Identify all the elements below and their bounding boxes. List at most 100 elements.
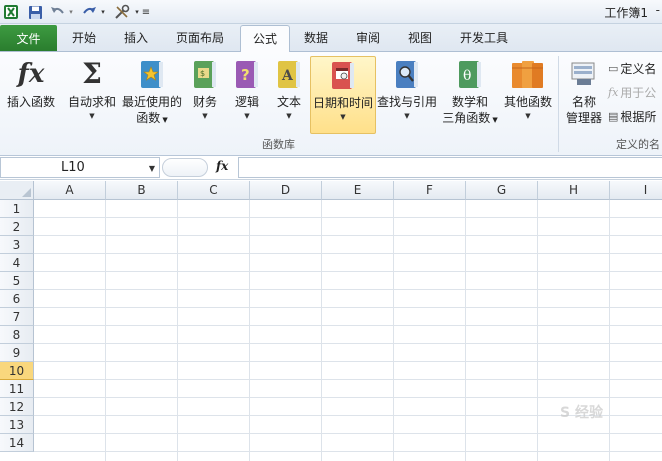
insert-function-button[interactable]: fx 插入函数 — [4, 56, 58, 110]
row-header[interactable]: 13 — [0, 416, 34, 434]
customize-quick-access-icon[interactable]: ≡ — [141, 3, 151, 21]
row-header[interactable]: 5 — [0, 272, 34, 290]
text-button[interactable]: A 文本 ▼ — [272, 56, 306, 122]
excel-logo-icon[interactable] — [2, 3, 20, 21]
name-box[interactable]: L10 ▼ — [0, 157, 160, 178]
more-functions-label: 其他函数 — [503, 95, 552, 109]
insert-function-icon[interactable]: fx — [216, 159, 228, 173]
tab-home[interactable]: 开始 — [72, 29, 96, 46]
tab-formulas[interactable]: 公式 — [240, 25, 291, 53]
chevron-down-icon: ▼ — [89, 112, 95, 120]
title-bar: ▾ ▾ ▾ ≡ 工作簿1 - — [0, 0, 662, 24]
tab-file[interactable]: 文件 — [0, 25, 57, 51]
define-name-icon: ▭ — [608, 62, 619, 75]
create-from-selection-button[interactable]: ▤ 根据所 — [608, 108, 656, 125]
defined-names-group-label: 定义的名 — [616, 138, 660, 151]
column-header-g[interactable]: G — [466, 181, 538, 200]
recently-used-label-2: 函数 — [136, 111, 161, 125]
svg-text:θ: θ — [463, 68, 471, 84]
tab-view[interactable]: 视图 — [408, 29, 432, 46]
autosum-label: 自动求和 — [67, 95, 116, 109]
column-header-d[interactable]: D — [250, 181, 322, 200]
function-library-group-label: 函数库 — [262, 138, 295, 151]
row-header[interactable]: 14 — [0, 434, 34, 452]
create-from-selection-label: 根据所 — [620, 110, 657, 124]
row-header[interactable]: 1 — [0, 200, 34, 218]
minimize-button[interactable]: - — [656, 3, 660, 17]
row-header[interactable]: 8 — [0, 326, 34, 344]
row-header[interactable]: 7 — [0, 308, 34, 326]
chevron-down-icon: ▼ — [404, 112, 410, 120]
math-trig-button[interactable]: θ 数学和 三角函数 ▼ — [440, 56, 500, 128]
column-header-c[interactable]: C — [178, 181, 250, 200]
select-all-button[interactable] — [0, 181, 34, 200]
row-header[interactable]: 9 — [0, 344, 34, 362]
lookup-reference-label: 查找与引用 — [376, 95, 437, 109]
redo-icon[interactable] — [80, 3, 98, 21]
create-from-selection-icon: ▤ — [608, 110, 619, 123]
row-header[interactable]: 6 — [0, 290, 34, 308]
undo-dropdown-icon[interactable]: ▾ — [66, 3, 76, 21]
tab-review[interactable]: 审阅 — [356, 29, 380, 46]
chevron-down-icon: ▼ — [160, 116, 168, 124]
name-manager-icon — [567, 56, 601, 92]
financial-button[interactable]: $ 财务 ▼ — [188, 56, 222, 122]
row-header-selected[interactable]: 10 — [0, 362, 34, 380]
text-book-icon: A — [272, 56, 306, 92]
logical-button[interactable]: ? 逻辑 ▼ — [230, 56, 264, 122]
financial-label: 财务 — [192, 95, 217, 109]
row-header[interactable]: 3 — [0, 236, 34, 254]
tab-page-layout[interactable]: 页面布局 — [176, 29, 224, 46]
insert-function-label: 插入函数 — [6, 95, 55, 109]
chevron-down-icon: ▼ — [525, 112, 531, 120]
books-stack-icon — [511, 56, 545, 92]
window-title: 工作簿1 — [604, 6, 648, 20]
magnifier-book-icon — [390, 56, 424, 92]
svg-text:$: $ — [200, 69, 205, 78]
chevron-down-icon: ▼ — [244, 112, 250, 120]
fx-small-icon: fx — [608, 86, 619, 99]
tab-insert[interactable]: 插入 — [124, 29, 148, 46]
svg-text:?: ? — [241, 66, 250, 84]
name-manager-label-1: 名称 — [571, 95, 596, 109]
chevron-down-icon: ▼ — [202, 112, 208, 120]
name-box-value: L10 — [61, 160, 85, 175]
column-header-a[interactable]: A — [34, 181, 106, 200]
ribbon-tab-bar: 文件 开始 插入 页面布局 公式 数据 审阅 视图 开发工具 — [0, 24, 662, 53]
use-in-formula-button[interactable]: fx 用于公 — [608, 84, 656, 101]
tab-developer[interactable]: 开发工具 — [460, 29, 508, 46]
row-header[interactable]: 4 — [0, 254, 34, 272]
name-manager-label-2: 管理器 — [565, 111, 602, 125]
redo-dropdown-icon[interactable]: ▾ — [98, 3, 108, 21]
column-header-i[interactable]: I — [610, 181, 662, 200]
column-header-b[interactable]: B — [106, 181, 178, 200]
svg-text:A: A — [281, 68, 294, 84]
column-header-f[interactable]: F — [394, 181, 466, 200]
formula-input[interactable] — [238, 157, 662, 178]
star-book-icon — [135, 56, 169, 92]
define-name-label: 定义名 — [620, 62, 657, 76]
chevron-down-icon[interactable]: ▼ — [149, 164, 155, 173]
row-header[interactable]: 11 — [0, 380, 34, 398]
autosum-button[interactable]: Σ 自动求和 ▼ — [66, 56, 118, 122]
lookup-reference-button[interactable]: 查找与引用 ▼ — [376, 56, 438, 122]
date-time-button[interactable]: 日期和时间 ▼ — [310, 56, 376, 134]
ribbon-formulas: fx 插入函数 Σ 自动求和 ▼ 最近使用的 函数 ▼ $ 财务 ▼ ? 逻辑 … — [0, 52, 662, 156]
more-functions-button[interactable]: 其他函数 ▼ — [502, 56, 554, 122]
tools-icon[interactable] — [112, 3, 132, 21]
use-in-formula-label: 用于公 — [620, 86, 657, 100]
undo-icon[interactable] — [48, 3, 66, 21]
recently-used-button[interactable]: 最近使用的 函数 ▼ — [120, 56, 184, 128]
save-icon[interactable] — [26, 3, 44, 21]
define-name-button[interactable]: ▭ 定义名 — [608, 60, 656, 77]
formula-bar-splitter[interactable] — [162, 158, 208, 177]
date-time-label: 日期和时间 — [312, 96, 373, 110]
column-header-e[interactable]: E — [322, 181, 394, 200]
row-header[interactable]: 12 — [0, 398, 34, 416]
row-header[interactable]: 2 — [0, 218, 34, 236]
name-manager-button[interactable]: 名称 管理器 — [562, 56, 606, 126]
math-trig-label-1: 数学和 — [451, 95, 488, 109]
tab-data[interactable]: 数据 — [304, 29, 328, 46]
formula-bar: L10 ▼ fx — [0, 156, 662, 180]
column-header-h[interactable]: H — [538, 181, 610, 200]
